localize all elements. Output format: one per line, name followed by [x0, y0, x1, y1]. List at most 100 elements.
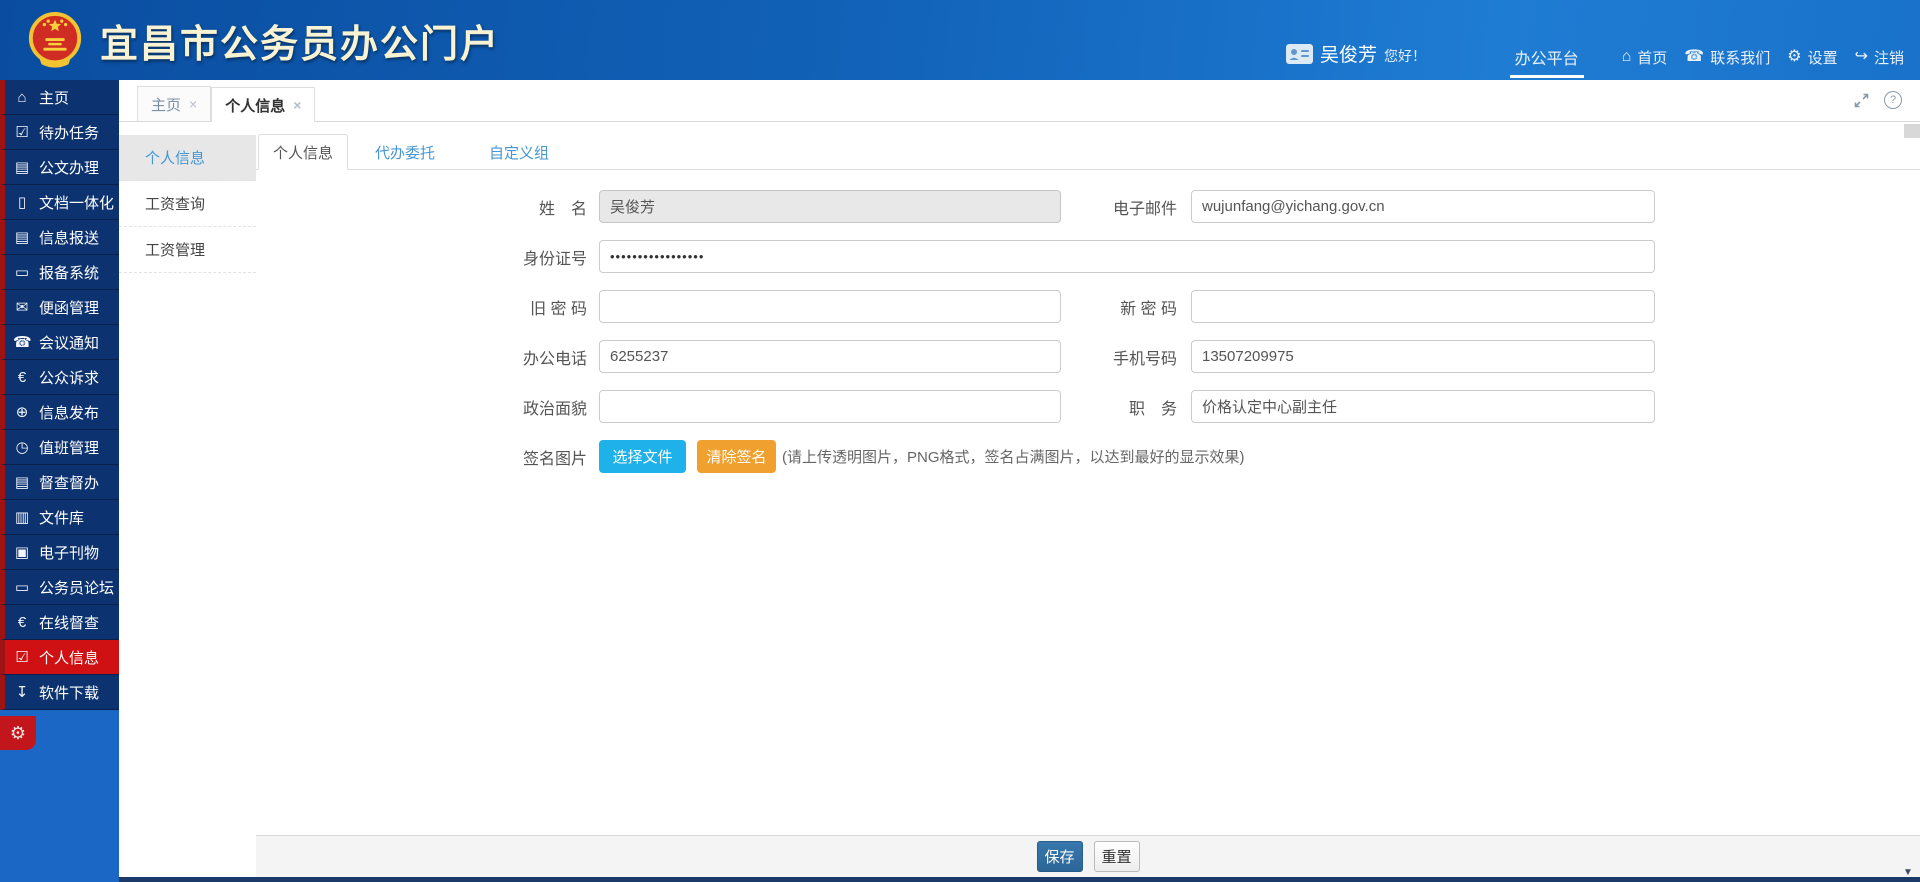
national-emblem-logo — [26, 10, 84, 72]
sidebar-item-official-docs[interactable]: ▤ 公文办理 — [0, 150, 119, 185]
scrollbar-down-arrow[interactable]: ▼ — [1899, 866, 1917, 879]
sidebar-item-supervision[interactable]: ▤ 督查督办 — [0, 465, 119, 500]
nav-label: 注销 — [1874, 47, 1904, 68]
position-label: 职 务 — [1097, 395, 1177, 419]
submenu-item-salary-query[interactable]: 工资查询 — [119, 181, 256, 227]
nav-settings[interactable]: ⚙ 设置 — [1787, 47, 1837, 68]
submenu-item-salary-management[interactable]: 工资管理 — [119, 227, 256, 273]
sidebar-item-label: 会议通知 — [39, 332, 99, 353]
nav-contact-us[interactable]: ☎ 联系我们 — [1684, 47, 1770, 68]
position-field[interactable] — [1191, 390, 1655, 423]
sidebar-item-online-supervision[interactable]: € 在线督查 — [0, 605, 119, 640]
close-icon[interactable]: × — [293, 98, 301, 112]
form-row-phones: 办公电话 手机号码 — [506, 340, 1920, 373]
book-icon: ▥ — [13, 508, 31, 526]
laptop-icon: ▭ — [13, 263, 31, 281]
sidebar-item-info-publish[interactable]: ⊕ 信息发布 — [0, 395, 119, 430]
sidebar-item-label: 电子刊物 — [39, 542, 99, 563]
form-row-political-position: 政治面貌 职 务 — [506, 390, 1920, 423]
content-tab-personal-info[interactable]: 个人信息 — [258, 134, 348, 170]
phone-icon: ☎ — [13, 333, 31, 351]
mobile-label: 手机号码 — [1097, 345, 1177, 369]
sidebar-item-label: 公众诉求 — [39, 367, 99, 388]
phone-icon: ☎ — [1684, 49, 1704, 65]
user-name[interactable]: 吴俊芳 — [1320, 40, 1377, 67]
sidebar-item-public-appeals[interactable]: € 公众诉求 — [0, 360, 119, 395]
nav-logout[interactable]: ↪ 注销 — [1855, 47, 1904, 68]
new-password-field[interactable] — [1191, 290, 1655, 323]
sidebar-item-doc-integration[interactable]: ▯ 文档一体化 — [0, 185, 119, 220]
choose-file-button[interactable]: 选择文件 — [599, 440, 686, 473]
sidebar-item-meeting-notice[interactable]: ☎ 会议通知 — [0, 325, 119, 360]
submenu-item-personal-info[interactable]: 个人信息 — [119, 135, 256, 181]
workspace-tabbar: 主页 × 个人信息 × ? — [119, 80, 1920, 122]
sidebar-item-personal-info[interactable]: ☑ 个人信息 — [0, 640, 119, 675]
email-label: 电子邮件 — [1097, 195, 1177, 219]
old-password-label: 旧 密 码 — [506, 295, 587, 319]
form-row-passwords: 旧 密 码 新 密 码 — [506, 290, 1920, 323]
sidebar-item-duty-management[interactable]: ◷ 值班管理 — [0, 430, 119, 465]
tab-personal-info[interactable]: 个人信息 × — [211, 87, 315, 122]
content-tab-label: 代办委托 — [375, 142, 435, 163]
sidebar-item-memo-management[interactable]: ✉ 便函管理 — [0, 290, 119, 325]
sidebar-item-info-submission[interactable]: ▤ 信息报送 — [0, 220, 119, 255]
name-label: 姓 名 — [506, 195, 587, 219]
user-info[interactable]: 吴俊芳 您好！ — [1286, 40, 1426, 67]
submenu-label: 个人信息 — [145, 150, 205, 167]
sidebar-item-label: 报备系统 — [39, 262, 99, 283]
home-icon: ⌂ — [1622, 49, 1632, 65]
calendar-icon: ☑ — [13, 123, 31, 141]
sidebar-item-todo-tasks[interactable]: ☑ 待办任务 — [0, 115, 119, 150]
id-number-field[interactable] — [599, 240, 1655, 273]
old-password-field[interactable] — [599, 290, 1061, 323]
sidebar-item-label: 软件下载 — [39, 682, 99, 703]
clear-signature-button[interactable]: 清除签名 — [697, 440, 776, 473]
content-area: 个人信息 工资查询 工资管理 个人信息 代办委托 自定义组 — [119, 122, 1920, 882]
form-row-name-email: 姓 名 电子邮件 — [506, 190, 1920, 223]
main-area: 主页 × 个人信息 × ? 个人信息 工资查询 工资管理 — [119, 80, 1920, 882]
calendar-icon: ☑ — [13, 648, 31, 666]
save-button[interactable]: 保存 — [1037, 841, 1083, 872]
nav-office-platform[interactable]: 办公平台 — [1515, 45, 1579, 69]
sidebar-item-file-library[interactable]: ▥ 文件库 — [0, 500, 119, 535]
form-row-signature: 签名图片 选择文件 清除签名 (请上传透明图片，PNG格式，签名占满图片，以达到… — [506, 440, 1920, 473]
sidebar-item-label: 在线督查 — [39, 612, 99, 633]
sidebar-item-label: 值班管理 — [39, 437, 99, 458]
sidebar-settings-button[interactable]: ⚙ — [0, 716, 36, 750]
nav-homepage[interactable]: ⌂ 首页 — [1622, 47, 1668, 68]
email-field[interactable] — [1191, 190, 1655, 223]
close-icon[interactable]: × — [189, 97, 197, 111]
sidebar-item-civil-servant-forum[interactable]: ▭ 公务员论坛 — [0, 570, 119, 605]
bottom-strip — [119, 877, 1920, 882]
help-icon[interactable]: ? — [1884, 91, 1902, 109]
sidebar-item-label: 个人信息 — [39, 647, 99, 668]
content-tab-agent-delegation[interactable]: 代办委托 — [348, 135, 462, 169]
envelope-icon: ✉ — [13, 298, 31, 316]
sidebar-item-e-publication[interactable]: ▣ 电子刊物 — [0, 535, 119, 570]
sidebar-item-label: 文档一体化 — [39, 192, 114, 213]
globe-icon: ⊕ — [13, 403, 31, 421]
help-glyph: ? — [1890, 94, 1896, 106]
submenu-label: 工资查询 — [145, 196, 205, 213]
content-tab-custom-group[interactable]: 自定义组 — [462, 135, 576, 169]
page-title: 宜昌市公务员办公门户 — [100, 13, 500, 68]
document-icon: ▤ — [13, 158, 31, 176]
sidebar-item-home[interactable]: ⌂ 主页 — [0, 80, 119, 115]
political-status-label: 政治面貌 — [506, 395, 587, 419]
office-phone-label: 办公电话 — [506, 345, 587, 369]
office-phone-field[interactable] — [599, 340, 1061, 373]
personal-info-form: 姓 名 电子邮件 身份证号 旧 密 码 新 密 码 办公电话 — [256, 170, 1920, 473]
id-card-icon — [1286, 44, 1313, 64]
download-icon: ↧ — [13, 683, 31, 701]
mobile-field[interactable] — [1191, 340, 1655, 373]
tab-home[interactable]: 主页 × — [137, 86, 211, 121]
sidebar-item-report-system[interactable]: ▭ 报备系统 — [0, 255, 119, 290]
home-icon: ⌂ — [13, 89, 31, 106]
sidebar-item-software-download[interactable]: ↧ 软件下载 — [0, 675, 119, 710]
secondary-menu: 个人信息 工资查询 工资管理 — [119, 122, 256, 882]
sidebar-column: ⌂ 主页 ☑ 待办任务 ▤ 公文办理 ▯ 文档一体化 ▤ 信息报送 ▭ 报备系统… — [0, 80, 119, 882]
political-status-field[interactable] — [599, 390, 1061, 423]
logout-icon: ↪ — [1855, 49, 1868, 65]
expand-icon[interactable] — [1854, 93, 1869, 108]
reset-button[interactable]: 重置 — [1094, 841, 1140, 872]
